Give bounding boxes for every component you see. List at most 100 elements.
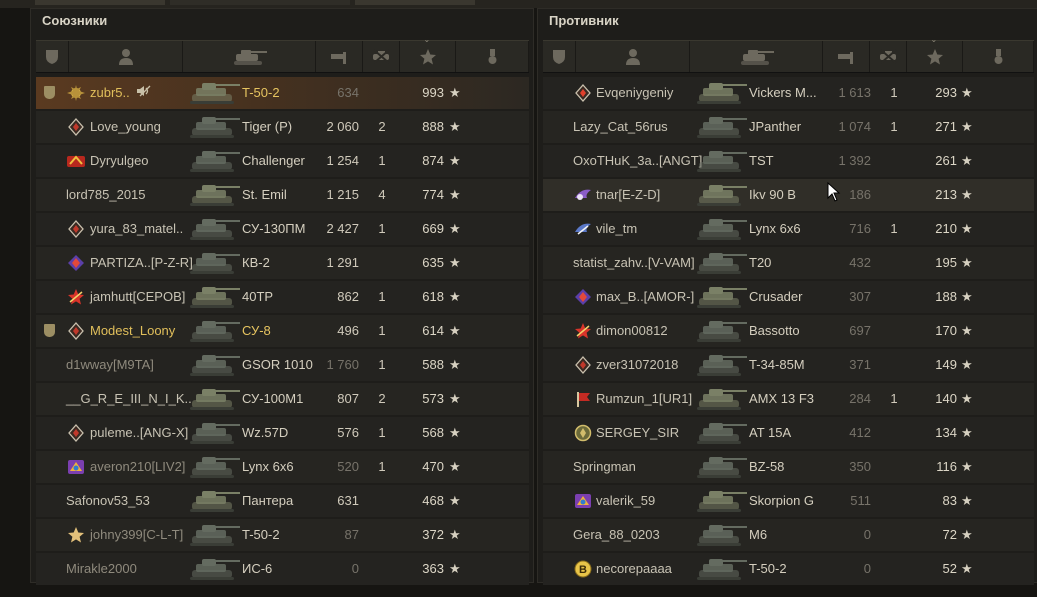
player-name[interactable]: valerik_59 [596, 485, 655, 517]
column-header-player[interactable] [69, 41, 183, 72]
damage-value: 87 [344, 527, 359, 542]
player-row[interactable]: OxoTHuK_3a..[ANGT] TST 1 392 261 ★ [543, 145, 1034, 177]
player-name[interactable]: Dyryulgeo [90, 145, 149, 177]
column-header-vehicle[interactable] [183, 41, 316, 72]
player-name[interactable]: averon210[LIV2] [90, 451, 185, 483]
damage-value: 1 760 [326, 357, 359, 372]
platoon-slot [547, 179, 569, 211]
platoon-slot [40, 485, 62, 517]
player-name[interactable]: Rumzun_1[UR1] [596, 383, 692, 415]
player-name[interactable]: OxoTHuK_3a..[ANGT] [573, 145, 702, 177]
player-row[interactable]: __G_R_E_III_N_I_K.. СУ-100М1 807 2 573 ★ [36, 383, 529, 415]
player-name[interactable]: Lazy_Cat_56rus [573, 111, 668, 143]
platoon-badge-icon [44, 86, 55, 99]
xp-value: 363 [422, 561, 444, 576]
vehicle-name: BZ-58 [749, 459, 785, 474]
player-row[interactable]: valerik_59 Skorpion G 511 83 ★ [543, 485, 1034, 517]
player-row[interactable]: averon210[LIV2] Lynx 6x6 520 1 470 ★ [36, 451, 529, 483]
player-name[interactable]: d1wway[M9TA] [66, 349, 154, 381]
player-name[interactable]: jamhutt[CEPOB] [90, 281, 185, 313]
player-name[interactable]: dimon00812 [596, 315, 668, 347]
column-header-medal[interactable] [963, 41, 1034, 72]
player-name[interactable]: Evqeniygeniy [596, 77, 673, 109]
player-row[interactable]: jamhutt[CEPOB] 40TP 862 1 618 ★ [36, 281, 529, 313]
player-row[interactable]: Dyryulgeo Challenger 1 254 1 874 ★ [36, 145, 529, 177]
red-star-clan-icon [68, 289, 84, 305]
xp-star-icon: ★ [961, 255, 973, 270]
player-row[interactable]: yura_83_matel.. СУ-130ПМ 2 427 1 669 ★ [36, 213, 529, 245]
player-name[interactable]: SERGEY_SIR [596, 417, 679, 449]
player-row[interactable]: puleme..[ANG-X] Wz.57D 576 1 568 ★ [36, 417, 529, 449]
player-row[interactable]: statist_zahv..[V-VAM] T20 432 195 ★ [543, 247, 1034, 279]
player-row[interactable]: PARTIZA..[P-Z-R] КВ-2 1 291 635 ★ [36, 247, 529, 279]
xp-star-icon: ★ [449, 221, 461, 236]
column-header-platoon[interactable] [543, 41, 576, 72]
player-name[interactable]: puleme..[ANG-X] [90, 417, 188, 449]
player-row[interactable]: Rumzun_1[UR1] AMX 13 F3 284 1 140 ★ [543, 383, 1034, 415]
player-name[interactable]: statist_zahv..[V-VAM] [573, 247, 695, 279]
vehicle-icon [741, 49, 774, 65]
player-name[interactable]: max_B..[AMOR-] [596, 281, 694, 313]
player-name[interactable]: yura_83_matel.. [90, 213, 183, 245]
clan-badge-slot [64, 519, 88, 551]
player-name[interactable]: vile_tm [596, 213, 637, 245]
column-header-vehicle[interactable] [690, 41, 823, 72]
platoon-slot [40, 145, 62, 177]
frags-value: 2 [378, 119, 386, 134]
player-row[interactable]: johny399[C-L-T] T-50-2 87 372 ★ [36, 519, 529, 551]
player-row[interactable]: Lazy_Cat_56rus JPanther 1 074 1 271 ★ [543, 111, 1034, 143]
medal-slot [1005, 281, 1025, 313]
player-name[interactable]: __G_R_E_III_N_I_K.. [66, 383, 192, 415]
player-name[interactable]: tnar[E-Z-D] [596, 179, 660, 211]
xp-value: 170 [935, 323, 957, 338]
player-name[interactable]: Safonov53_53 [66, 485, 150, 517]
player-name[interactable]: Modest_Loony [90, 315, 175, 347]
medal-slot [498, 417, 518, 449]
tab-strip-segment[interactable] [170, 0, 350, 5]
column-header-xp[interactable]: ⌄ [400, 35, 456, 72]
vehicle-icon [693, 111, 753, 143]
player-row[interactable]: lord785_2015 St. Emil 1 215 4 774 ★ [36, 179, 529, 211]
player-row[interactable]: Modest_Loony СУ-8 496 1 614 ★ [36, 315, 529, 347]
player-row[interactable]: Springman BZ-58 350 116 ★ [543, 451, 1034, 483]
player-row[interactable]: vile_tm Lynx 6x6 716 1 210 ★ [543, 213, 1034, 245]
diamond-badge-icon [68, 118, 84, 136]
player-row[interactable]: dimon00812 Bassotto 697 170 ★ [543, 315, 1034, 347]
player-row[interactable]: Evqeniygeniy Vickers M... 1 613 1 293 ★ [543, 77, 1034, 109]
player-name[interactable]: johny399[C-L-T] [90, 519, 183, 551]
vehicle-icon [186, 417, 246, 449]
player-name[interactable]: Mirakle2000 [66, 553, 137, 585]
tab-strip-segment[interactable] [355, 0, 475, 5]
tab-strip-segment[interactable] [35, 0, 165, 5]
player-name[interactable]: lord785_2015 [66, 179, 146, 211]
player-name[interactable]: zubr5.. [90, 77, 130, 109]
tank-silhouette-icon [697, 559, 747, 580]
player-row[interactable]: d1wway[M9TA] GSOR 1010 1 760 1 588 ★ [36, 349, 529, 381]
player-row[interactable]: SERGEY_SIR AT 15A 412 134 ★ [543, 417, 1034, 449]
column-header-damage[interactable] [316, 41, 363, 72]
player-row[interactable]: max_B..[AMOR-] Crusader 307 188 ★ [543, 281, 1034, 313]
column-header-medal[interactable] [456, 41, 529, 72]
player-row[interactable]: Bnecorepaaaa T-50-2 0 52 ★ [543, 553, 1034, 585]
player-name[interactable]: zver31072018 [596, 349, 678, 381]
column-header-xp[interactable]: ⌄ [907, 35, 963, 72]
player-row[interactable]: tnar[E-Z-D] Ikv 90 B 186 213 ★ [543, 179, 1034, 211]
player-row[interactable]: Gera_88_0203 M6 0 72 ★ [543, 519, 1034, 551]
player-name[interactable]: Gera_88_0203 [573, 519, 660, 551]
column-header-damage[interactable] [823, 41, 870, 72]
player-name[interactable]: Love_young [90, 111, 161, 143]
player-row[interactable]: zver31072018 T-34-85M 371 149 ★ [543, 349, 1034, 381]
player-name[interactable]: necorepaaaa [596, 553, 672, 585]
column-header-frags[interactable] [870, 41, 907, 72]
column-header-frags[interactable] [363, 41, 400, 72]
player-name[interactable]: PARTIZA..[P-Z-R] [90, 247, 193, 279]
player-row[interactable]: Mirakle2000 ИС-6 0 363 ★ [36, 553, 529, 585]
player-name[interactable]: Springman [573, 451, 636, 483]
platoon-slot [547, 519, 569, 551]
player-row[interactable]: Safonov53_53 Пантера 631 468 ★ [36, 485, 529, 517]
player-row[interactable]: zubr5.. T-50-2 634 993 ★ [36, 77, 529, 109]
clan-badge-slot [64, 213, 88, 245]
player-row[interactable]: Love_young Tiger (P) 2 060 2 888 ★ [36, 111, 529, 143]
column-header-platoon[interactable] [36, 41, 69, 72]
column-header-player[interactable] [576, 41, 690, 72]
